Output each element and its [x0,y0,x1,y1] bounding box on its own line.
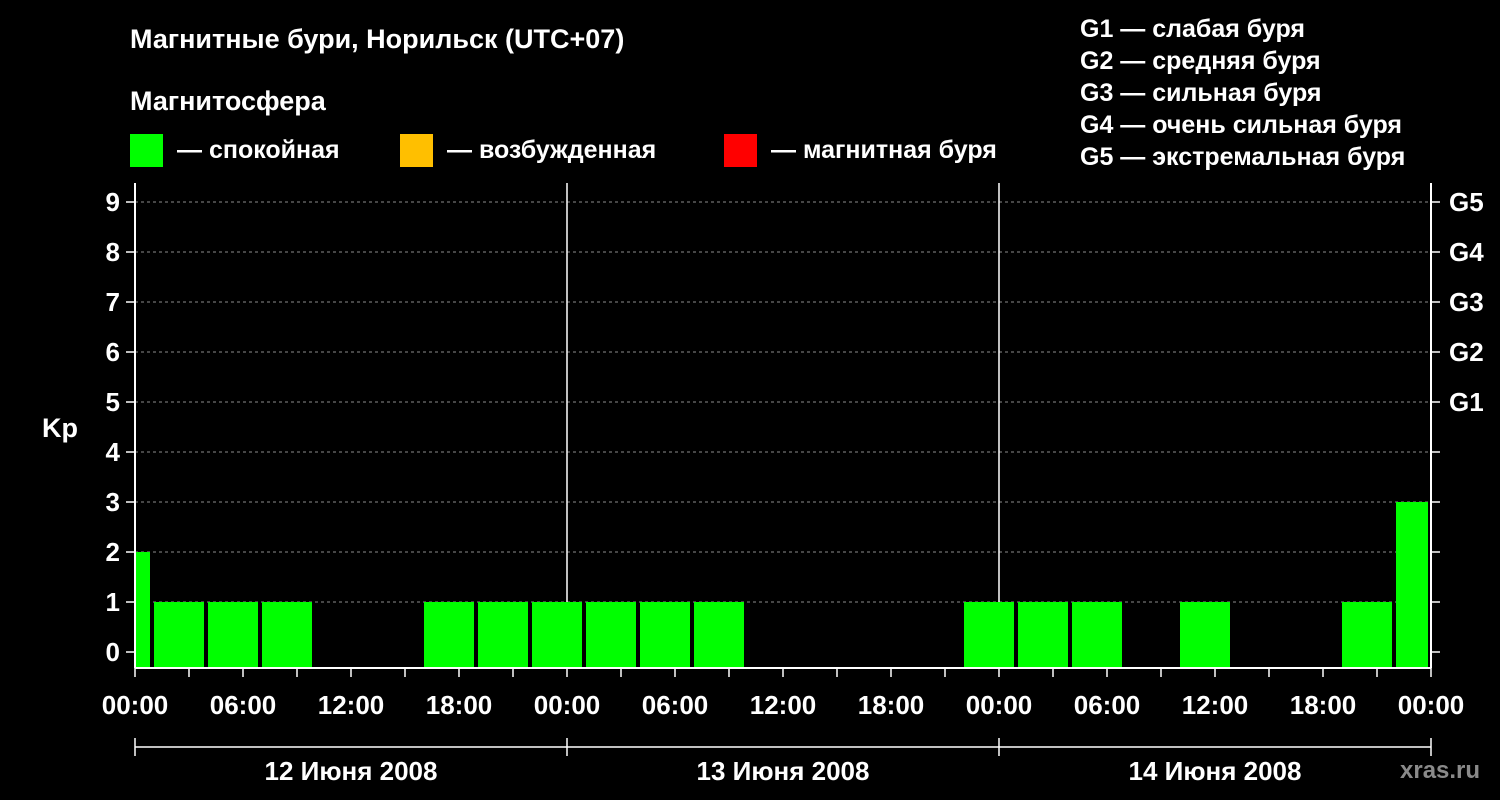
kp-bar-11 [694,602,744,668]
y-tick-label: 6 [106,337,120,367]
y-tick-label: 3 [106,487,120,517]
kp-bar-10 [640,602,690,668]
x-tick-label: 00:00 [966,690,1033,720]
x-tick-label: 18:00 [1290,690,1357,720]
legend-label-storm: — магнитная буря [771,136,997,164]
kp-bar-3 [262,602,312,668]
right-axis-label: G1 [1449,387,1484,417]
g-legend-g2: G2 — средняя буря [1080,47,1321,75]
axis-layer: 0 1 2 3 4 5 6 7 8 9 G1 G2 G3 G4 G5 00:00 06:00 12:00 18:00… [102,183,1484,786]
grid-layer [135,183,1431,668]
legend-swatch-quiet [130,134,163,167]
y-tick-label: 5 [106,387,120,417]
kp-bar-18 [1072,602,1122,668]
x-tick-label: 12:00 [1182,690,1249,720]
day-label: 13 Июня 2008 [697,756,870,786]
kp-bar-8 [532,602,582,668]
bar-layer [136,502,1428,668]
watermark: xras.ru [1400,757,1480,784]
x-tick-label: 06:00 [642,690,709,720]
y-tick-label: 7 [106,287,120,317]
y-tick-label: 9 [106,187,120,217]
x-tick-label: 06:00 [210,690,277,720]
day-label: 14 Июня 2008 [1129,756,1302,786]
chart-title: Магнитные бури, Норильск (UTC+07) [130,24,624,54]
y-axis-title: Kp [42,413,78,443]
g-legend-g4: G4 — очень сильная буря [1080,111,1402,139]
x-tick-label: 12:00 [750,690,817,720]
x-tick-label: 00:00 [102,690,169,720]
kp-bar-0 [136,552,150,668]
kp-bar-24 [1396,502,1428,668]
x-tick-label: 18:00 [426,690,493,720]
legend-swatch-active [400,134,433,167]
legend-label-active: — возбужденная [447,136,656,164]
right-axis-label: G2 [1449,337,1484,367]
x-tick-label: 06:00 [1074,690,1141,720]
day-label: 12 Июня 2008 [265,756,438,786]
legend-swatch-storm [724,134,757,167]
magnetosphere-label: Магнитосфера [130,86,327,116]
kp-bar-17 [1018,602,1068,668]
kp-bar-20 [1180,602,1230,668]
x-tick-label: 12:00 [318,690,385,720]
legend-label-quiet: — спокойная [177,136,340,164]
y-tick-label: 2 [106,537,120,567]
y-tick-label: 8 [106,237,120,267]
x-tick-label: 18:00 [858,690,925,720]
y-tick-label: 1 [106,587,120,617]
y-tick-label: 0 [106,637,120,667]
g-legend-g3: G3 — сильная буря [1080,79,1322,107]
kp-bar-1 [154,602,204,668]
x-tick-label: 00:00 [1398,690,1465,720]
g-legend-g1: G1 — слабая буря [1080,15,1305,43]
kp-bar-16 [964,602,1014,668]
kp-bar-6 [424,602,474,668]
right-axis-label: G3 [1449,287,1484,317]
g-legend-g5: G5 — экстремальная буря [1080,143,1405,171]
kp-chart: Магнитные бури, Норильск (UTC+07) Магнит… [42,15,1484,786]
kp-bar-2 [208,602,258,668]
right-axis-label: G5 [1449,187,1484,217]
right-axis-label: G4 [1449,237,1484,267]
kp-bar-7 [478,602,528,668]
kp-bar-9 [586,602,636,668]
y-tick-label: 4 [106,437,121,467]
x-tick-label: 00:00 [534,690,601,720]
kp-bar-23 [1342,602,1392,668]
